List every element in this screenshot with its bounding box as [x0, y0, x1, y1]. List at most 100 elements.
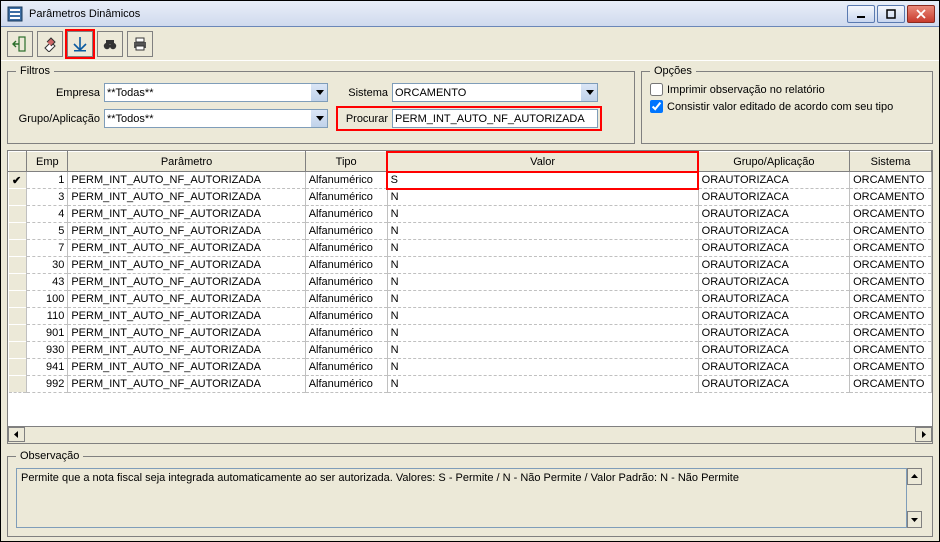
cell-emp[interactable]: 4 [27, 206, 68, 223]
table-row[interactable]: 992PERM_INT_AUTO_NF_AUTORIZADAAlfanuméri… [9, 376, 932, 393]
cell-grupo[interactable]: ORAUTORIZACA [698, 325, 849, 342]
cell-grupo[interactable]: ORAUTORIZACA [698, 240, 849, 257]
cell-parametro[interactable]: PERM_INT_AUTO_NF_AUTORIZADA [68, 342, 305, 359]
cell-tipo[interactable]: Alfanumérico [305, 189, 387, 206]
cell-emp[interactable]: 43 [27, 274, 68, 291]
cell-sistema[interactable]: ORCAMENTO [850, 325, 932, 342]
cell-valor[interactable]: N [387, 257, 698, 274]
cell-sistema[interactable]: ORCAMENTO [850, 291, 932, 308]
cell-emp[interactable]: 930 [27, 342, 68, 359]
row-handle[interactable] [9, 291, 27, 308]
cell-grupo[interactable]: ORAUTORIZACA [698, 274, 849, 291]
col-parametro[interactable]: Parâmetro [68, 152, 305, 172]
cell-valor[interactable]: N [387, 240, 698, 257]
cell-emp[interactable]: 941 [27, 359, 68, 376]
table-row[interactable]: 110PERM_INT_AUTO_NF_AUTORIZADAAlfanuméri… [9, 308, 932, 325]
cell-emp[interactable]: 1 [27, 172, 68, 189]
cell-valor[interactable]: N [387, 291, 698, 308]
cell-valor[interactable]: N [387, 359, 698, 376]
scroll-left-icon[interactable] [8, 427, 25, 442]
consistir-check-input[interactable] [650, 100, 663, 113]
row-handle[interactable] [9, 240, 27, 257]
cell-emp[interactable]: 3 [27, 189, 68, 206]
cell-valor[interactable]: N [387, 342, 698, 359]
cell-parametro[interactable]: PERM_INT_AUTO_NF_AUTORIZADA [68, 291, 305, 308]
cell-grupo[interactable]: ORAUTORIZACA [698, 342, 849, 359]
cell-emp[interactable]: 992 [27, 376, 68, 393]
row-handle[interactable] [9, 308, 27, 325]
cell-parametro[interactable]: PERM_INT_AUTO_NF_AUTORIZADA [68, 223, 305, 240]
table-row[interactable]: 4PERM_INT_AUTO_NF_AUTORIZADAAlfanumérico… [9, 206, 932, 223]
cell-valor[interactable]: N [387, 223, 698, 240]
cell-grupo[interactable]: ORAUTORIZACA [698, 223, 849, 240]
minimize-button[interactable] [847, 5, 875, 23]
row-handle[interactable] [9, 359, 27, 376]
procurar-input[interactable] [392, 109, 598, 128]
cell-sistema[interactable]: ORCAMENTO [850, 240, 932, 257]
row-handle[interactable] [9, 342, 27, 359]
cell-grupo[interactable]: ORAUTORIZACA [698, 206, 849, 223]
cell-tipo[interactable]: Alfanumérico [305, 274, 387, 291]
cell-sistema[interactable]: ORCAMENTO [850, 206, 932, 223]
cell-parametro[interactable]: PERM_INT_AUTO_NF_AUTORIZADA [68, 206, 305, 223]
cell-sistema[interactable]: ORCAMENTO [850, 308, 932, 325]
cell-parametro[interactable]: PERM_INT_AUTO_NF_AUTORIZADA [68, 274, 305, 291]
table-row[interactable]: 100PERM_INT_AUTO_NF_AUTORIZADAAlfanuméri… [9, 291, 932, 308]
cell-tipo[interactable]: Alfanumérico [305, 172, 387, 189]
col-tipo[interactable]: Tipo [305, 152, 387, 172]
col-valor[interactable]: Valor [387, 152, 698, 172]
find-button[interactable] [97, 31, 123, 57]
cell-emp[interactable]: 901 [27, 325, 68, 342]
close-button[interactable] [907, 5, 935, 23]
row-handle[interactable] [9, 189, 27, 206]
cell-parametro[interactable]: PERM_INT_AUTO_NF_AUTORIZADA [68, 325, 305, 342]
cell-parametro[interactable]: PERM_INT_AUTO_NF_AUTORIZADA [68, 240, 305, 257]
cell-tipo[interactable]: Alfanumérico [305, 240, 387, 257]
cell-parametro[interactable]: PERM_INT_AUTO_NF_AUTORIZADA [68, 359, 305, 376]
row-handle[interactable] [9, 274, 27, 291]
scroll-up-icon[interactable] [907, 468, 922, 485]
horizontal-scrollbar[interactable] [8, 426, 932, 443]
clear-button[interactable] [37, 31, 63, 57]
row-handle[interactable] [9, 325, 27, 342]
cell-sistema[interactable]: ORCAMENTO [850, 376, 932, 393]
grupo-combo[interactable] [104, 109, 328, 128]
cell-emp[interactable]: 100 [27, 291, 68, 308]
cell-grupo[interactable]: ORAUTORIZACA [698, 291, 849, 308]
consistir-checkbox[interactable]: Consistir valor editado de acordo com se… [650, 100, 924, 113]
cell-tipo[interactable]: Alfanumérico [305, 308, 387, 325]
sistema-combo[interactable] [392, 83, 598, 102]
save-button[interactable] [67, 31, 93, 57]
cell-grupo[interactable]: ORAUTORIZACA [698, 172, 849, 189]
cell-valor[interactable]: N [387, 308, 698, 325]
cell-emp[interactable]: 30 [27, 257, 68, 274]
cell-parametro[interactable]: PERM_INT_AUTO_NF_AUTORIZADA [68, 172, 305, 189]
cell-sistema[interactable]: ORCAMENTO [850, 189, 932, 206]
cell-sistema[interactable]: ORCAMENTO [850, 359, 932, 376]
cell-tipo[interactable]: Alfanumérico [305, 223, 387, 240]
table-row[interactable]: 3PERM_INT_AUTO_NF_AUTORIZADAAlfanumérico… [9, 189, 932, 206]
cell-grupo[interactable]: ORAUTORIZACA [698, 257, 849, 274]
table-row[interactable]: 7PERM_INT_AUTO_NF_AUTORIZADAAlfanumérico… [9, 240, 932, 257]
maximize-button[interactable] [877, 5, 905, 23]
col-sistema[interactable]: Sistema [850, 152, 932, 172]
cell-parametro[interactable]: PERM_INT_AUTO_NF_AUTORIZADA [68, 376, 305, 393]
row-handle[interactable] [9, 223, 27, 240]
cell-valor[interactable]: N [387, 206, 698, 223]
col-grupo[interactable]: Grupo/Aplicação [698, 152, 849, 172]
scroll-right-icon[interactable] [915, 427, 932, 442]
cell-tipo[interactable]: Alfanumérico [305, 257, 387, 274]
table-row[interactable]: 901PERM_INT_AUTO_NF_AUTORIZADAAlfanuméri… [9, 325, 932, 342]
cell-tipo[interactable]: Alfanumérico [305, 376, 387, 393]
table-row[interactable]: 930PERM_INT_AUTO_NF_AUTORIZADAAlfanuméri… [9, 342, 932, 359]
cell-valor[interactable]: N [387, 189, 698, 206]
col-rowhandle[interactable] [9, 152, 27, 172]
cell-parametro[interactable]: PERM_INT_AUTO_NF_AUTORIZADA [68, 257, 305, 274]
cell-sistema[interactable]: ORCAMENTO [850, 172, 932, 189]
table-row[interactable]: 30PERM_INT_AUTO_NF_AUTORIZADAAlfanuméric… [9, 257, 932, 274]
cell-sistema[interactable]: ORCAMENTO [850, 342, 932, 359]
cell-valor[interactable]: S [387, 172, 698, 189]
cell-grupo[interactable]: ORAUTORIZACA [698, 359, 849, 376]
cell-emp[interactable]: 7 [27, 240, 68, 257]
cell-tipo[interactable]: Alfanumérico [305, 359, 387, 376]
